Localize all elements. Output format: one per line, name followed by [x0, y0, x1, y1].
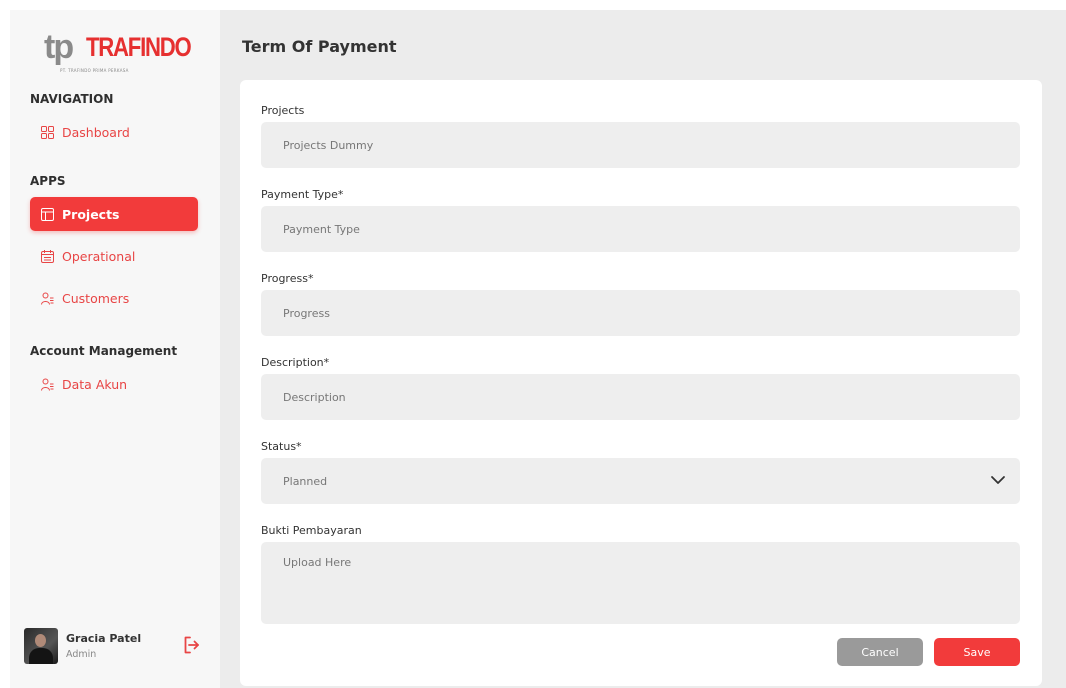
logo-subtitle: PT. TRAFINDO PRIMA PERKASA: [60, 68, 129, 73]
section-title-navigation: NAVIGATION: [30, 92, 114, 106]
logout-icon[interactable]: [184, 636, 200, 654]
sidebar-item-label: Customers: [62, 290, 130, 306]
avatar[interactable]: [24, 628, 58, 664]
description-label: Description*: [261, 356, 330, 369]
users-icon: [40, 291, 54, 305]
projects-label: Projects: [261, 104, 305, 117]
sidebar-item-data-akun[interactable]: Data Akun: [30, 367, 198, 401]
page-title: Term Of Payment: [242, 37, 397, 56]
sidebar-item-label: Projects: [62, 206, 120, 222]
user-profile: Gracia Patel Admin: [24, 628, 204, 668]
logo-mark: tp: [44, 28, 74, 66]
cancel-button[interactable]: Cancel: [837, 638, 923, 666]
sidebar-item-label: Operational: [62, 248, 136, 264]
calendar-icon: [40, 249, 54, 263]
sidebar-item-dashboard[interactable]: Dashboard: [30, 115, 198, 149]
status-select[interactable]: Planned: [261, 458, 1020, 504]
section-title-account-management: Account Management: [30, 344, 178, 358]
projects-field[interactable]: Projects Dummy: [261, 122, 1020, 168]
grid-icon: [40, 125, 54, 139]
status-select-value: Planned: [283, 474, 328, 488]
section-title-apps: APPS: [30, 174, 66, 188]
user-role: Admin: [66, 649, 97, 660]
sidebar-item-customers[interactable]: Customers: [30, 281, 198, 315]
brand-logo[interactable]: tp TRAFINDO PT. TRAFINDO PRIMA PERKASA: [44, 28, 194, 78]
app-window: tp TRAFINDO PT. TRAFINDO PRIMA PERKASA N…: [0, 0, 1066, 688]
status-label: Status*: [261, 440, 302, 453]
bukti-pembayaran-label: Bukti Pembayaran: [261, 524, 362, 537]
window-icon: [40, 207, 54, 221]
progress-input[interactable]: Progress: [261, 290, 1020, 336]
sidebar-item-projects[interactable]: Projects: [30, 197, 198, 231]
sidebar-item-label: Data Akun: [62, 376, 128, 392]
main-content: Term Of Payment Projects Projects Dummy …: [220, 10, 1066, 688]
payment-type-label: Payment Type*: [261, 188, 344, 201]
users-icon: [40, 377, 54, 391]
chevron-down-icon: [990, 474, 1006, 486]
sidebar-item-label: Dashboard: [62, 124, 130, 140]
progress-label: Progress*: [261, 272, 314, 285]
logo-text: TRAFINDO: [86, 32, 192, 62]
sidebar: tp TRAFINDO PT. TRAFINDO PRIMA PERKASA N…: [10, 10, 220, 688]
payment-form-card: Projects Projects Dummy Payment Type* Pa…: [240, 80, 1042, 686]
description-input[interactable]: Description: [261, 374, 1020, 420]
payment-type-input[interactable]: Payment Type: [261, 206, 1020, 252]
save-button[interactable]: Save: [934, 638, 1020, 666]
sidebar-item-operational[interactable]: Operational: [30, 239, 198, 273]
user-name: Gracia Patel: [66, 632, 142, 645]
upload-area[interactable]: Upload Here: [261, 542, 1020, 624]
